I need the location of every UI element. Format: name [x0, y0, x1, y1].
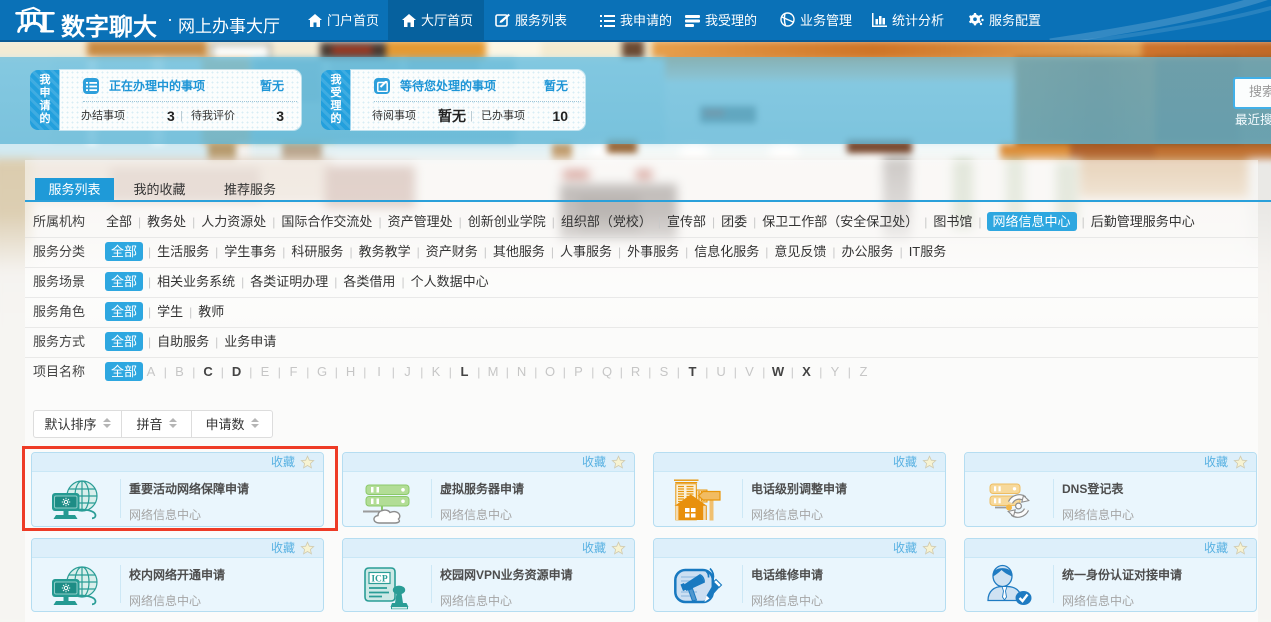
- svg-text:ICP: ICP: [371, 575, 388, 585]
